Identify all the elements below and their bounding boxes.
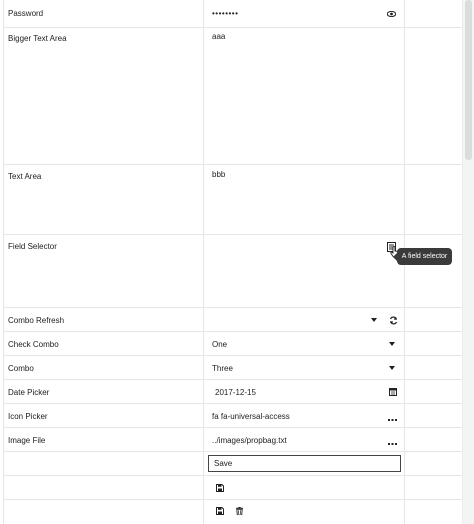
property-label-cell [6, 452, 204, 475]
icon-picker-value[interactable]: fa fa-universal-access [212, 412, 290, 421]
icon-picker-field[interactable]: fa fa-universal-access [204, 404, 405, 427]
property-row-date-picker: Date Picker 2017-12-15 [4, 380, 462, 404]
property-row-save-icon [4, 476, 462, 500]
trash-icon[interactable] [236, 507, 243, 516]
property-row-icon-picker: Icon Picker fa fa-universal-access [4, 404, 462, 428]
property-row-bigger-text-area: Bigger Text Area aaa [4, 28, 462, 165]
bigger-text-area-label: Bigger Text Area [8, 34, 67, 43]
password-label: Password [8, 9, 44, 18]
chevron-down-icon[interactable] [389, 366, 395, 370]
combo-extra-cell [405, 356, 462, 379]
password-value-cell[interactable]: •••••••• [204, 0, 405, 27]
bigger-text-area-value[interactable]: aaa [212, 32, 225, 41]
text-area-extra-cell [405, 165, 462, 234]
property-label-cell: Date Picker [6, 380, 204, 403]
property-label-cell: Text Area [6, 165, 204, 234]
property-label-cell: Combo [6, 356, 204, 379]
save-text-input[interactable]: Save [208, 455, 401, 472]
chevron-down-icon[interactable] [389, 342, 395, 346]
refresh-icon[interactable] [389, 316, 398, 325]
property-row-combo: Combo Three [4, 356, 462, 380]
property-label-cell [6, 500, 204, 524]
field-selector-extra-cell [405, 235, 462, 307]
image-file-extra-cell [405, 428, 462, 451]
password-value[interactable]: •••••••• [212, 9, 238, 18]
combo-label: Combo [8, 364, 34, 373]
field-selector-tooltip: A field selector [393, 248, 452, 265]
combo-refresh-extra-cell [405, 308, 462, 331]
ellipsis-icon[interactable] [388, 415, 397, 421]
combo-refresh-select[interactable] [204, 308, 405, 331]
property-label-cell: Icon Picker [6, 404, 204, 427]
property-label-cell [6, 476, 204, 499]
property-label-cell: Check Combo [6, 332, 204, 355]
image-file-field[interactable]: ../images/propbag.txt [204, 428, 405, 451]
calendar-icon[interactable] [389, 388, 397, 396]
property-label-cell: Field Selector [6, 235, 204, 307]
property-row-password: Password •••••••• [4, 0, 462, 28]
property-label-cell: Image File [6, 428, 204, 451]
combo-value[interactable]: Three [212, 364, 233, 373]
text-area-value[interactable]: bbb [212, 170, 225, 179]
save-input-extra-cell [405, 452, 462, 475]
text-area-field[interactable]: bbb [204, 165, 405, 234]
property-row-combo-refresh: Combo Refresh [4, 308, 462, 332]
property-row-text-area: Text Area bbb [4, 165, 462, 235]
check-combo-select[interactable]: One [204, 332, 405, 355]
combo-select[interactable]: Three [204, 356, 405, 379]
check-combo-extra-cell [405, 332, 462, 355]
vertical-scrollbar[interactable] [462, 0, 474, 524]
check-combo-label: Check Combo [8, 340, 59, 349]
property-row-image-file: Image File ../images/propbag.txt [4, 428, 462, 452]
save-icon-extra-cell [405, 476, 462, 499]
save-icon-cell [204, 476, 405, 499]
icon-picker-label: Icon Picker [8, 412, 48, 421]
property-row-save-input: Save [4, 452, 462, 476]
chevron-down-icon[interactable] [371, 318, 377, 322]
field-selector-label: Field Selector [8, 242, 57, 251]
floppy-disk-icon[interactable] [216, 507, 224, 515]
combo-refresh-label: Combo Refresh [8, 316, 65, 325]
save-delete-extra-cell [405, 500, 462, 524]
date-picker-field[interactable]: 2017-12-15 [204, 380, 405, 403]
ellipsis-icon[interactable] [388, 439, 397, 445]
eye-icon[interactable] [386, 10, 397, 18]
text-area-label: Text Area [8, 172, 42, 181]
date-picker-extra-cell [405, 380, 462, 403]
password-extra-cell [405, 0, 462, 27]
image-file-label: Image File [8, 436, 46, 445]
date-picker-value[interactable]: 2017-12-15 [215, 388, 256, 397]
image-file-value[interactable]: ../images/propbag.txt [212, 436, 287, 445]
date-picker-label: Date Picker [8, 388, 50, 397]
bigger-text-area-extra-cell [405, 28, 462, 164]
property-label-cell: Bigger Text Area [6, 28, 204, 164]
property-label-cell: Password [6, 0, 204, 27]
icon-picker-extra-cell [405, 404, 462, 427]
floppy-disk-icon[interactable] [216, 484, 224, 492]
check-combo-value[interactable]: One [212, 340, 227, 349]
property-label-cell: Combo Refresh [6, 308, 204, 331]
property-row-check-combo: Check Combo One [4, 332, 462, 356]
bigger-text-area-field[interactable]: aaa [204, 28, 405, 164]
scrollbar-thumb[interactable] [465, 0, 472, 160]
property-row-field-selector: Field Selector [4, 235, 462, 308]
save-delete-cell [204, 500, 405, 524]
property-row-save-delete [4, 500, 462, 524]
save-input-cell: Save [204, 452, 405, 475]
field-selector-field [204, 235, 405, 307]
property-grid: Password •••••••• Bigger Text Area aaa T… [3, 0, 462, 524]
